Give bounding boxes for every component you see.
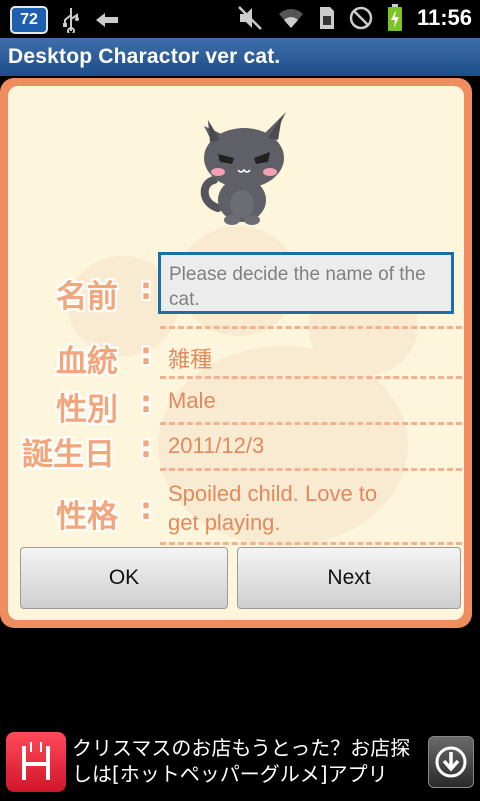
- gender-colon: :: [140, 385, 152, 420]
- cat-name-input[interactable]: Please decide the name of the cat.: [158, 252, 454, 314]
- back-arrow-icon: [96, 13, 118, 27]
- clock: 11:56: [416, 5, 472, 30]
- personality-value-line2: get playing.: [168, 510, 281, 535]
- ad-text-line2: しは[ホットペッパーグルメ]アプリ: [72, 762, 388, 786]
- app-title: Desktop Charactor ver cat.: [8, 45, 281, 68]
- personality-label: 性格: [56, 499, 118, 535]
- download-icon[interactable]: [428, 736, 474, 788]
- breed-label: 血統: [56, 344, 118, 380]
- breed-colon: :: [140, 337, 152, 372]
- notification-count-badge: 72: [10, 6, 48, 34]
- battery-charging-icon: [387, 4, 402, 31]
- breed-value: 雑種: [168, 347, 213, 372]
- ad-text-line1: クリスマスのお店もうとった？お店探: [72, 736, 411, 760]
- divider: [160, 376, 462, 379]
- ad-text[interactable]: クリスマスのお店もうとった？お店探 しは[ホットペッパーグルメ]アプリ: [72, 735, 412, 787]
- app-title-bar: Desktop Charactor ver cat.: [0, 38, 480, 76]
- panel-content: 名前 : Please decide the name of the cat. …: [8, 86, 464, 620]
- name-label: 名前: [56, 279, 118, 315]
- divider: [160, 468, 462, 471]
- birthday-label: 誕生日: [22, 437, 115, 473]
- divider: [160, 326, 462, 329]
- birthday-value: 2011/12/3: [168, 433, 265, 458]
- sim-icon: [319, 7, 334, 29]
- personality-colon: :: [140, 492, 152, 527]
- wifi-icon: [278, 9, 303, 28]
- ad-banner[interactable]: クリスマスのお店もうとった？お店探 しは[ホットペッパーグルメ]アプリ: [0, 726, 480, 801]
- personality-value-line1: Spoiled child. Love to: [168, 481, 378, 506]
- gender-label: 性別: [56, 392, 118, 428]
- status-bar: 72 11:56: [0, 0, 480, 38]
- hotpepper-fork-icon: [6, 732, 66, 792]
- next-button[interactable]: Next: [237, 547, 461, 609]
- divider: [160, 422, 462, 425]
- ok-button[interactable]: OK: [20, 547, 228, 609]
- divider: [160, 542, 462, 545]
- gender-value: Male: [168, 388, 216, 413]
- name-colon: :: [140, 272, 152, 307]
- cat-character-image: [200, 112, 286, 225]
- character-info-panel: 名前 : Please decide the name of the cat. …: [0, 78, 472, 628]
- usb-icon: [63, 8, 79, 33]
- birthday-colon: :: [140, 430, 152, 465]
- mute-icon: [238, 6, 262, 30]
- no-signal-icon: [349, 6, 373, 30]
